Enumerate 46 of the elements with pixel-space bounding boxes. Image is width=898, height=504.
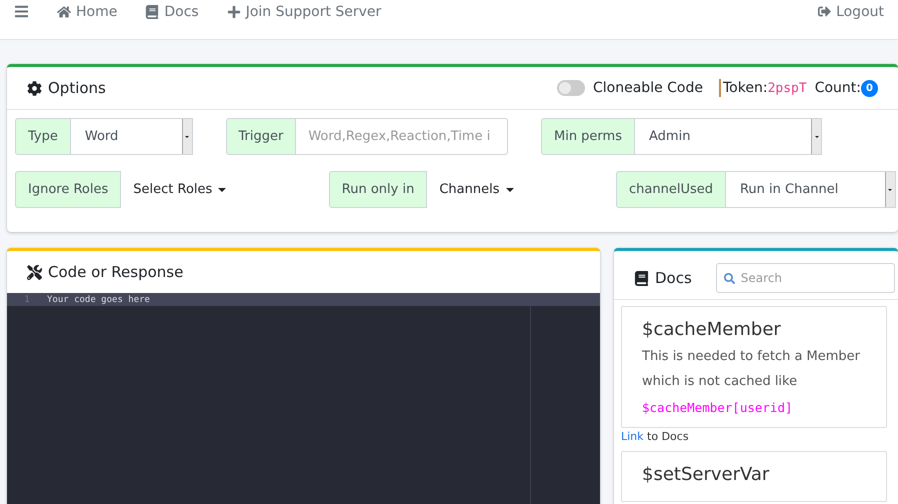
toggle-label: Cloneable Code [593, 80, 703, 96]
doc-description: This is needed to fetch a Member which is not cached like [642, 348, 862, 391]
caret-icon [814, 136, 818, 138]
book-icon [634, 270, 649, 286]
card-title: Options [27, 79, 106, 97]
nav-link[interactable]: Home [57, 4, 118, 20]
count-badge: 0 [861, 80, 878, 96]
doc-name: $cacheMember [642, 319, 782, 340]
doc-name: $setServerVar [642, 464, 770, 485]
caret-icon [218, 188, 226, 192]
token-label: Token: [723, 80, 768, 96]
count-label: Count: [814, 80, 861, 96]
card-title: Docs [634, 269, 692, 287]
toggle-switch[interactable] [557, 80, 586, 96]
dropdown-button[interactable]: Channels [427, 171, 526, 208]
doc-link-text: Link to Docs [620, 429, 690, 445]
dropdown-button[interactable]: Select Roles [121, 171, 238, 208]
doc-example: $cacheMember[userid] [642, 400, 794, 415]
card-title: Code or Response [27, 263, 184, 281]
select-field[interactable]: Admin [635, 118, 822, 155]
plus-icon [226, 4, 241, 18]
logout-icon [818, 5, 832, 18]
select-field[interactable]: Word [70, 118, 193, 155]
menu-icon[interactable] [14, 4, 29, 19]
token-value: 2pspT [768, 80, 807, 96]
field-label: Trigger [226, 118, 296, 155]
home-icon [57, 4, 71, 18]
tools-icon [27, 264, 42, 280]
nav-link[interactable]: Join Support Server [226, 4, 382, 20]
field-label: Type [15, 118, 71, 155]
logout-link[interactable]: Logout [818, 4, 884, 20]
code-line: Your code goes here [47, 294, 150, 304]
field-label: Min perms [540, 118, 635, 155]
nav-link[interactable]: Docs [145, 4, 199, 20]
search-field[interactable]: Search [716, 263, 895, 293]
field-label: Run only in [328, 171, 428, 208]
field-label: channelUsed [616, 171, 726, 208]
book-icon [145, 4, 160, 18]
settings-icon [27, 80, 42, 96]
field-label: Ignore Roles [15, 171, 122, 208]
caret-icon [506, 188, 514, 192]
caret-icon [185, 136, 190, 138]
doc-link[interactable]: Link [621, 430, 644, 443]
select-field[interactable]: Run in Channel [726, 171, 896, 208]
caret-icon [888, 188, 892, 190]
trigger-input[interactable]: Word,Regex,Reaction,Time i [296, 118, 508, 155]
